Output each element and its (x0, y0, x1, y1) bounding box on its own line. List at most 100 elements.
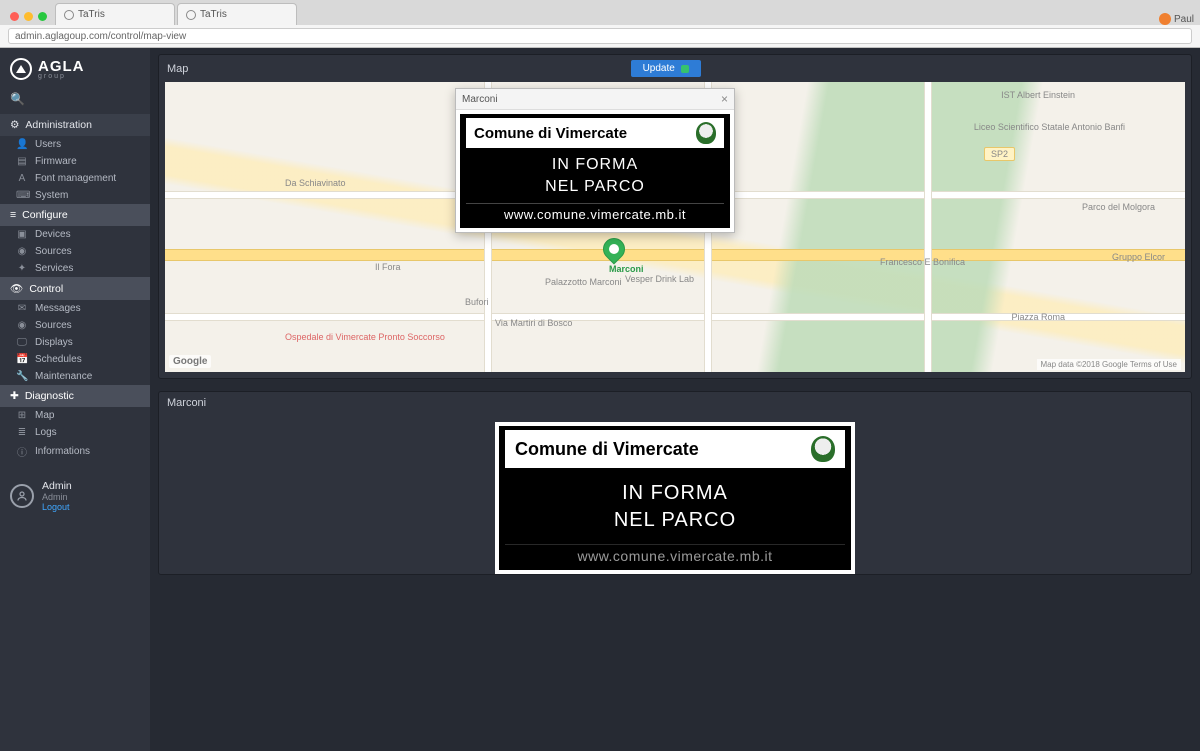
browser-tab-label: TaTris (78, 9, 105, 20)
nav-item-map[interactable]: ⊞ Map (0, 407, 150, 424)
nav-item-schedules[interactable]: 📅Schedules (0, 351, 150, 368)
brand-logo-icon (10, 58, 32, 80)
nav-item-label: Users (35, 139, 61, 150)
map-poi-label: Via Martiri di Bosco (495, 318, 572, 328)
sign-line: NEL PARCO (505, 507, 845, 534)
map-poi-label: Vesper Drink Lab (625, 274, 694, 284)
map-popup: Marconi × Comune di Vimercate IN FORMA N… (455, 88, 735, 233)
panel-title: Marconi (167, 397, 206, 409)
terminal-icon: ⌨ (16, 190, 28, 201)
update-button[interactable]: Update (631, 60, 701, 77)
nav-group-administration[interactable]: ⚙Administration (0, 114, 150, 136)
nav-item-devices[interactable]: ▣ Devices (0, 226, 150, 243)
sign-title: Comune di Vimercate (474, 125, 627, 142)
digital-sign: Comune di Vimercate IN FORMA NEL PARCO w… (456, 110, 734, 232)
map-panel: Map Update IST Albert Einstein (158, 54, 1192, 379)
nav-item-displays[interactable]: 🖵 Displays (0, 334, 150, 351)
map-pin-label: Marconi (609, 264, 644, 274)
map-route-badge: SP2 (984, 147, 1015, 161)
favicon-icon (64, 10, 74, 20)
sign-url: www.comune.vimercate.mb.it (505, 544, 845, 564)
sources-icon: ◉ (16, 320, 28, 331)
maximize-window-icon[interactable] (38, 12, 47, 21)
gear-icon: ⚙ (10, 119, 19, 131)
map-poi-label: Il Fora (375, 262, 401, 272)
map-icon: ⊞ (16, 410, 28, 421)
crest-icon (811, 436, 835, 462)
map-poi-label: Ospedale di Vimercate Pronto Soccorso (285, 332, 445, 342)
nav-item-informations[interactable]: ⓘ Informations (0, 441, 150, 462)
minimize-window-icon[interactable] (24, 12, 33, 21)
map-poi-label: Francesco E Bonifica (880, 257, 965, 267)
wrench-icon: 🔧 (16, 371, 28, 382)
display-icon: 🖵 (16, 337, 28, 348)
nav-group-diagnostic[interactable]: ✚Diagnostic (0, 385, 150, 407)
browser-chrome: TaTris TaTris Paul admin.aglagoup.com/co… (0, 0, 1200, 48)
nav-item-label: Font management (35, 173, 116, 184)
browser-tab[interactable]: TaTris (55, 3, 175, 25)
sidebar: AGLA group 🔍 ⚙Administration👤Users ▤ Firmw… (0, 48, 150, 751)
nav-item-firmware[interactable]: ▤ Firmware (0, 153, 150, 170)
nav-item-maintenance[interactable]: 🔧 Maintenance (0, 368, 150, 385)
avatar-icon (10, 484, 34, 508)
nav-item-sources[interactable]: ◉ Sources (0, 317, 150, 334)
info-icon: ⓘ (16, 444, 28, 459)
nav-item-users[interactable]: 👤Users (0, 136, 150, 153)
user-block: Admin Admin Logout (0, 472, 150, 520)
font-icon: A (16, 173, 28, 184)
eye-icon: 👁 (10, 282, 23, 295)
map-attribution: Map data ©2018 Google Terms of Use (1037, 359, 1182, 370)
nav-item-label: Sources (35, 246, 72, 257)
google-badge: Google (169, 355, 211, 368)
map-poi-label: IST Albert Einstein (1001, 90, 1075, 100)
nav-item-sources[interactable]: ◉ Sources (0, 243, 150, 260)
devices-icon: ▣ (16, 229, 28, 240)
nav-item-system[interactable]: ⌨System (0, 187, 150, 204)
nav-group-label: Control (29, 283, 63, 295)
nav-item-label: Map (35, 410, 54, 421)
map-popup-title: Marconi (462, 94, 498, 105)
logout-link[interactable]: Logout (42, 502, 72, 512)
map[interactable]: IST Albert Einstein Liceo Scientifico St… (165, 82, 1185, 372)
road (165, 250, 1185, 260)
nav-group-control[interactable]: 👁 Control (0, 277, 150, 300)
browser-tab[interactable]: TaTris (177, 3, 297, 25)
chip-icon: ▤ (16, 156, 28, 167)
nav-item-messages[interactable]: ✉Messages (0, 300, 150, 317)
map-poi-label: Bufori (465, 297, 489, 307)
nav-item-label: Services (35, 263, 73, 274)
browser-tab-label: TaTris (200, 9, 227, 20)
close-icon[interactable]: × (721, 92, 728, 106)
nav-item-label: Devices (35, 229, 71, 240)
nav-item-label: Firmware (35, 156, 77, 167)
nav-item-services[interactable]: ✦ Services (0, 260, 150, 277)
browser-profile[interactable]: Paul (1159, 13, 1200, 25)
calendar-icon: 📅 (16, 354, 28, 365)
crest-icon (696, 122, 716, 144)
user-name: Admin (42, 480, 72, 492)
sources-icon: ◉ (16, 246, 28, 257)
close-window-icon[interactable] (10, 12, 19, 21)
nav-item-logs[interactable]: ≣Logs (0, 424, 150, 441)
panel-title: Map (167, 63, 188, 75)
map-poi-label: Gruppo Elcor (1112, 252, 1165, 262)
favicon-icon (186, 10, 196, 20)
nav-group-configure[interactable]: ≡Configure (0, 204, 150, 226)
nav-item-font-management[interactable]: A Font management (0, 170, 150, 187)
map-poi-label: Liceo Scientifico Statale Antonio Banfi (974, 122, 1125, 132)
nav-item-label: Informations (35, 446, 90, 457)
preview-panel: Marconi Comune di Vimercate IN FORMA NEL… (158, 391, 1192, 575)
nav-item-label: Sources (35, 320, 72, 331)
services-icon: ✦ (16, 263, 28, 274)
user-role: Admin (42, 492, 72, 502)
message-icon: ✉ (16, 303, 28, 314)
address-bar[interactable]: admin.aglagoup.com/control/map-view (8, 28, 1192, 44)
road (925, 82, 931, 372)
nav-item-label: Maintenance (35, 371, 92, 382)
map-poi-label: Da Schiavinato (285, 178, 346, 188)
nav-item-label: Displays (35, 337, 73, 348)
window-controls[interactable] (6, 12, 53, 25)
brand: AGLA group (0, 48, 150, 92)
search-icon[interactable]: 🔍 (10, 92, 25, 106)
sign-title: Comune di Vimercate (515, 439, 699, 460)
